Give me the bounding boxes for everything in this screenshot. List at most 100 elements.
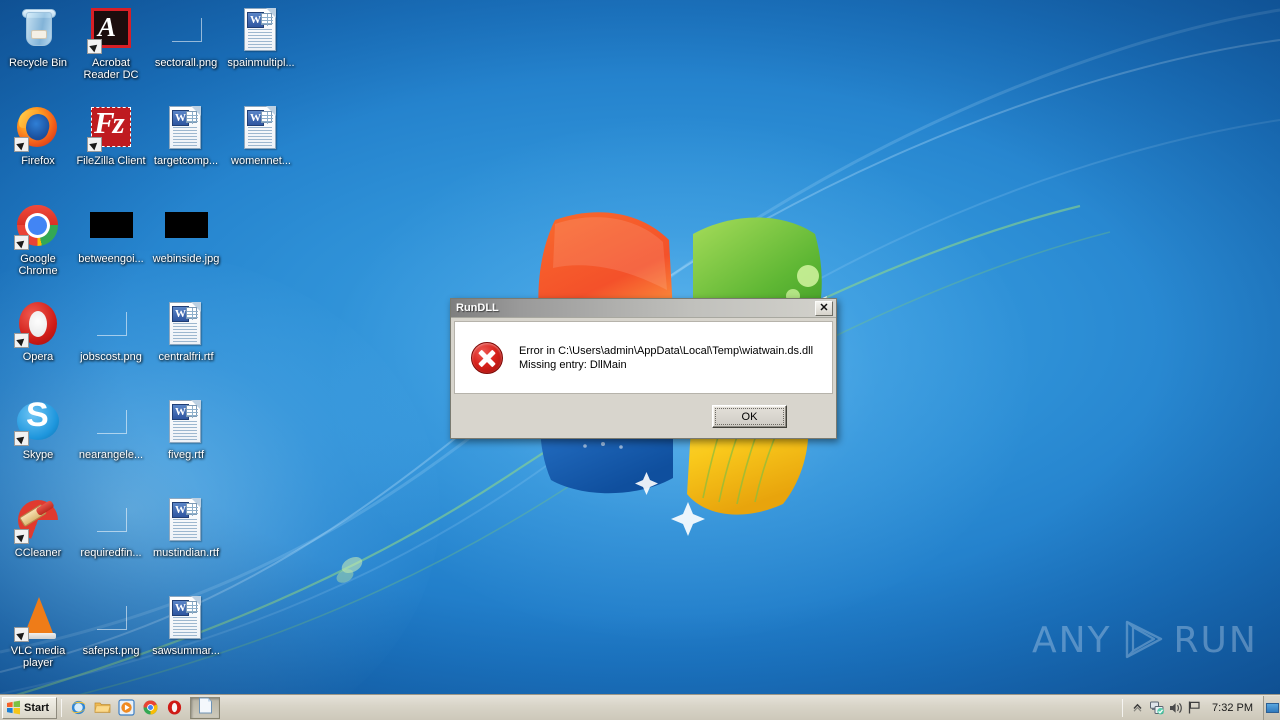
desktop-icon-firefox[interactable]: Firefox	[1, 104, 75, 167]
desktop-icon-label: targetcomp...	[153, 155, 219, 167]
jpg-image-icon	[162, 202, 210, 250]
desktop-icon-label: betweengoi...	[78, 253, 144, 265]
error-icon	[471, 341, 503, 374]
show-hidden-icons-arrow[interactable]	[1128, 698, 1147, 718]
png-image-icon	[87, 300, 135, 348]
desktop-icon-label: CCleaner	[14, 547, 62, 559]
shortcut-overlay-icon	[14, 431, 29, 446]
png-image-icon	[162, 6, 210, 54]
start-button-label: Start	[24, 701, 50, 714]
shortcut-overlay-icon	[14, 627, 29, 642]
desktop-icon-label: mustindian.rtf	[152, 547, 220, 559]
show-desktop-button[interactable]	[1263, 695, 1280, 720]
system-tray[interactable]: 7:32 PM	[1122, 695, 1280, 720]
desktop-icon-label: safepst.png	[82, 645, 140, 657]
ccleaner-icon	[14, 496, 62, 544]
desktop-icon-safepst-png[interactable]: safepst.png	[74, 594, 148, 657]
recycle-bin-icon	[14, 6, 62, 54]
opera-icon	[14, 300, 62, 348]
network-icon[interactable]	[1147, 698, 1166, 718]
desktop-icon-label: nearangele...	[78, 449, 144, 461]
png-image-icon	[87, 496, 135, 544]
desktop-icon-label: sectorall.png	[154, 57, 218, 69]
desktop-icon-sectorall-png[interactable]: sectorall.png	[149, 6, 223, 69]
desktop-icon-label: VLC media player	[10, 645, 66, 669]
desktop-icon-label: Firefox	[21, 155, 55, 167]
skype-icon: S	[14, 396, 62, 446]
taskbar-opera-icon[interactable]	[162, 697, 186, 719]
rundll-error-dialog[interactable]: RunDLL ✕ Error in C:\Users\admin\AppData…	[450, 298, 837, 439]
desktop-icon-womennet---[interactable]: Wwomennet...	[224, 104, 298, 167]
desktop-icon-nearangele---[interactable]: nearangele...	[74, 398, 148, 461]
desktop-icon-mustindian-rtf[interactable]: Wmustindian.rtf	[149, 496, 223, 559]
desktop-icon-skype[interactable]: S Skype	[1, 396, 75, 461]
desktop-icon-label: centralfri.rtf	[158, 351, 214, 363]
desktop-icon-label: requiredfin...	[80, 547, 142, 559]
shortcut-overlay-icon	[14, 137, 29, 152]
desktop-icon-vlcmedia-player[interactable]: VLC media player	[1, 594, 75, 669]
desktop-icon-acrobat-readerdc[interactable]: A Acrobat Reader DC	[74, 6, 148, 81]
desktop-icon-label: fiveg.rtf	[167, 449, 205, 461]
desktop-icon-google-chrome[interactable]: Google Chrome	[1, 202, 75, 277]
desktop-icon-label: FileZilla Client	[76, 155, 146, 167]
desktop-icon-ccleaner[interactable]: CCleaner	[1, 496, 75, 559]
start-button[interactable]: Start	[2, 696, 58, 719]
word-document-icon: W	[237, 104, 285, 152]
desktop-icon-centralfri-rtf[interactable]: Wcentralfri.rtf	[149, 300, 223, 363]
desktop-icon-spainmultipl---[interactable]: Wspainmultipl...	[224, 6, 298, 69]
desktop-icon-betweengoi---[interactable]: betweengoi...	[74, 202, 148, 265]
dialog-message-line1: Error in C:\Users\admin\AppData\Local\Te…	[519, 344, 814, 357]
taskbar-active-window-button[interactable]	[190, 696, 221, 719]
dialog-message: Error in C:\Users\admin\AppData\Local\Te…	[519, 344, 813, 372]
volume-icon[interactable]	[1166, 698, 1185, 718]
close-icon[interactable]: ✕	[815, 300, 833, 316]
desktop-icon-jobscost-png[interactable]: jobscost.png	[74, 300, 148, 363]
desktop-icon-webinside-jpg[interactable]: webinside.jpg	[149, 202, 223, 265]
tray-separator	[1122, 698, 1124, 717]
word-document-icon: W	[162, 300, 210, 348]
desktop-icon-filezillaclient[interactable]: Fz FileZilla Client	[74, 104, 148, 167]
desktop-icon-label: Skype	[22, 449, 54, 461]
desktop-icon-opera[interactable]: Opera	[1, 300, 75, 363]
shortcut-overlay-icon	[14, 529, 29, 544]
action-center-flag-icon[interactable]	[1185, 698, 1204, 718]
word-document-icon: W	[162, 398, 210, 446]
vlc-icon	[14, 594, 62, 642]
windows-start-orb-icon	[6, 700, 21, 715]
document-window-icon	[198, 697, 213, 719]
taskbar-windows-media-player-icon[interactable]	[114, 697, 138, 719]
desktop-icon-targetcomp---[interactable]: Wtargetcomp...	[149, 104, 223, 167]
firefox-icon	[14, 104, 62, 152]
desktop-icon-label: webinside.jpg	[152, 253, 220, 265]
desktop[interactable]: Recycle Bin A Acrobat Reader DC sectorall.p…	[0, 0, 1280, 720]
desktop-icon-label: jobscost.png	[80, 351, 142, 363]
taskbar-google-chrome-icon[interactable]	[138, 697, 162, 719]
desktop-icon-sawsummar---[interactable]: Wsawsummar...	[149, 594, 223, 657]
desktop-icon-recyclebin[interactable]: Recycle Bin	[1, 6, 75, 69]
desktop-icon-label: womennet...	[231, 155, 291, 167]
desktop-icon-label: Recycle Bin	[8, 57, 68, 69]
taskbar-windows-explorer-icon[interactable]	[90, 697, 114, 719]
taskbar-clock[interactable]: 7:32 PM	[1204, 702, 1261, 714]
desktop-icon-requiredfin---[interactable]: requiredfin...	[74, 496, 148, 559]
taskbar[interactable]: Start 7:32 PM	[0, 694, 1280, 720]
shortcut-overlay-icon	[14, 235, 29, 250]
show-desktop-icon	[1265, 702, 1279, 713]
dialog-titlebar[interactable]: RunDLL ✕	[451, 299, 836, 318]
dialog-content: Error in C:\Users\admin\AppData\Local\Te…	[454, 321, 833, 394]
google-chrome-icon	[14, 202, 62, 250]
png-image-icon	[87, 594, 135, 642]
desktop-icon-fiveg-rtf[interactable]: Wfiveg.rtf	[149, 398, 223, 461]
jpg-image-icon	[87, 202, 135, 250]
taskbar-internet-explorer-icon[interactable]	[66, 697, 90, 719]
dialog-message-line2: Missing entry: DllMain	[519, 358, 627, 371]
shortcut-overlay-icon	[87, 39, 102, 54]
filezilla-icon: Fz	[87, 104, 135, 152]
shortcut-overlay-icon	[14, 333, 29, 348]
word-document-icon: W	[162, 496, 210, 544]
ok-button[interactable]: OK	[712, 405, 787, 428]
word-document-icon: W	[162, 594, 210, 642]
desktop-icon-label: Acrobat Reader DC	[83, 57, 139, 81]
desktop-icon-label: Opera	[22, 351, 54, 363]
dialog-button-bar: OK	[454, 397, 833, 436]
